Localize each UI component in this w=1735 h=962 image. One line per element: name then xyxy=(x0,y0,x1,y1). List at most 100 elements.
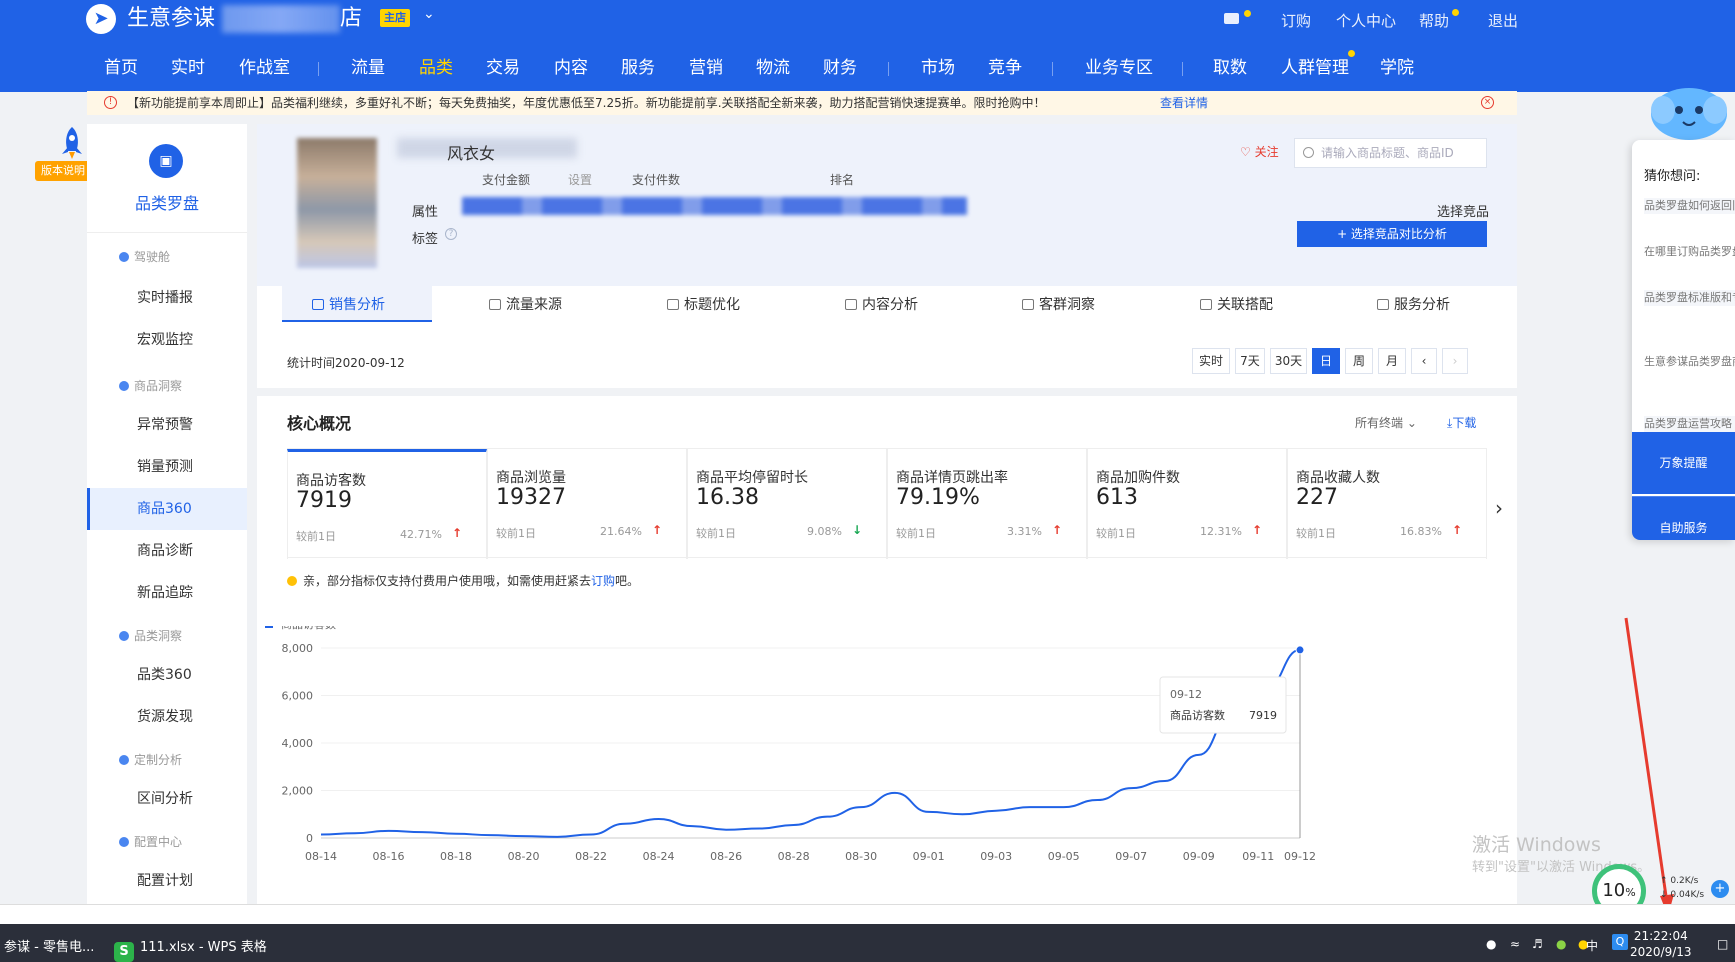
metric-card-add-to-cart[interactable]: 商品加购件数 613 较前1日 12.31% ↑ xyxy=(1087,449,1287,559)
reminder-button[interactable]: 万象提醒 xyxy=(1632,432,1735,494)
sidebar-group-product-insight[interactable]: 商品洞察 xyxy=(119,377,182,394)
product-image-blurred[interactable] xyxy=(297,138,377,268)
sidebar-item-source-discovery[interactable]: 货源发现 xyxy=(87,696,247,738)
period-week-button[interactable]: 周 xyxy=(1345,348,1373,374)
sidebar-title[interactable]: 品类罗盘 xyxy=(87,190,247,214)
nav-academy[interactable]: 学院 xyxy=(1380,52,1414,84)
nav-marketing[interactable]: 营销 xyxy=(689,52,723,84)
taskbar-app-browser[interactable]: 参谋 - 零售电... xyxy=(4,936,94,955)
compass-logo-icon[interactable]: ➤ xyxy=(86,4,116,34)
faq-question[interactable]: 在哪里订购品类罗盘? xyxy=(1644,244,1735,260)
rocket-icon[interactable] xyxy=(57,125,87,161)
product-search-input[interactable]: 请输入商品标题、商品ID xyxy=(1294,138,1487,168)
sidebar-item-config-plan[interactable]: 配置计划 xyxy=(87,860,247,902)
metric-card-visitors[interactable]: 商品访客数 7919 较前1日 42.71% ↑ xyxy=(287,449,487,559)
volume-icon[interactable]: ♬ xyxy=(1532,937,1543,951)
nav-category[interactable]: 品类 xyxy=(419,52,453,84)
tab-content-analysis[interactable]: 内容分析 xyxy=(845,286,918,324)
mail-icon[interactable] xyxy=(1224,13,1239,24)
logout-link[interactable]: 退出 xyxy=(1488,10,1518,31)
nav-traffic[interactable]: 流量 xyxy=(351,52,385,84)
sidebar-item-realtime-report[interactable]: 实时播报 xyxy=(87,277,247,319)
notification-icon[interactable]: □ xyxy=(1717,937,1728,951)
input-method-icon[interactable]: Q xyxy=(1612,934,1628,950)
faq-question[interactable]: 生意参谋品类罗盘商品360竞争分析去哪里了? xyxy=(1644,354,1735,370)
tab-title-optimize[interactable]: 标题优化 xyxy=(667,286,740,324)
sidebar-item-anomaly-alert[interactable]: 异常预警 xyxy=(87,404,247,446)
sidebar-group-category-insight[interactable]: 品类洞察 xyxy=(119,627,182,644)
qq-penguin-icon[interactable]: ● xyxy=(1486,937,1496,951)
version-notes-badge[interactable]: 版本说明 xyxy=(35,161,91,181)
period-30d-button[interactable]: 30天 xyxy=(1270,348,1307,374)
terminal-select[interactable]: 所有终端 ⌄ xyxy=(1355,414,1417,431)
nav-service[interactable]: 服务 xyxy=(621,52,655,84)
nav-home[interactable]: 首页 xyxy=(104,52,138,84)
sidebar-item-category-360[interactable]: 品类360 xyxy=(87,654,247,696)
tab-traffic-source[interactable]: 流量来源 xyxy=(489,286,562,324)
sidebar-item-product-diagnosis[interactable]: 商品诊断 xyxy=(87,530,247,572)
metric-card-favorites[interactable]: 商品收藏人数 227 较前1日 16.83% ↑ xyxy=(1287,449,1487,559)
metric-card-bounce-rate[interactable]: 商品详情页跳出率 79.19% 较前1日 3.31% ↑ xyxy=(887,449,1087,559)
faq-question[interactable]: 品类罗盘运营攻略 xyxy=(1644,416,1735,432)
taskbar-app-wps[interactable]: S 111.xlsx - WPS 表格 xyxy=(114,936,267,962)
wifi-icon[interactable]: ≈ xyxy=(1510,937,1520,951)
sidebar-group-cockpit[interactable]: 驾驶舱 xyxy=(119,248,170,265)
next-date-chevron-icon[interactable]: › xyxy=(1442,348,1468,374)
help-link[interactable]: 帮助 xyxy=(1419,10,1449,31)
system-clock[interactable]: 21:22:04 2020/9/13 xyxy=(1630,928,1692,960)
tab-audience-insight[interactable]: 客群洞察 xyxy=(1022,286,1095,324)
period-month-button[interactable]: 月 xyxy=(1378,348,1406,374)
sidebar-item-sales-forecast[interactable]: 销量预测 xyxy=(87,446,247,488)
brand-name[interactable]: 生意参谋 xyxy=(127,4,215,34)
ime-label[interactable]: 中 xyxy=(1586,937,1598,954)
sidebar-item-product-360[interactable]: 商品360 xyxy=(87,488,247,530)
nav-logistics[interactable]: 物流 xyxy=(756,52,790,84)
nav-trade[interactable]: 交易 xyxy=(486,52,520,84)
nav-data-fetch[interactable]: 取数 xyxy=(1213,52,1247,84)
tab-service-analysis[interactable]: 服务分析 xyxy=(1377,286,1450,324)
sidebar-group-custom-analysis[interactable]: 定制分析 xyxy=(119,751,182,768)
nav-competition[interactable]: 竞争 xyxy=(988,52,1022,84)
metric-card-pageviews[interactable]: 商品浏览量 19327 较前1日 21.64% ↑ xyxy=(487,449,687,559)
sidebar-item-macro-monitor[interactable]: 宏观监控 xyxy=(87,319,247,361)
download-button[interactable]: ⤓下载 xyxy=(1447,414,1476,431)
subscribe-link[interactable]: 订购 xyxy=(591,574,615,588)
shop-switch-chevron-icon[interactable]: ⌄ xyxy=(423,6,435,22)
sidebar-item-range-analysis[interactable]: 区间分析 xyxy=(87,778,247,820)
personal-center-link[interactable]: 个人中心 xyxy=(1336,10,1396,31)
nav-audience[interactable]: 人群管理 xyxy=(1281,52,1349,84)
period-7d-button[interactable]: 7天 xyxy=(1235,348,1265,374)
close-icon[interactable]: × xyxy=(1481,96,1494,109)
assistant-mascot-icon[interactable] xyxy=(1643,80,1735,142)
setting-link[interactable]: 设置 xyxy=(568,171,592,188)
compare-competitor-button[interactable]: + 选择竞品对比分析 xyxy=(1297,221,1487,247)
nav-war-room[interactable]: 作战室 xyxy=(239,52,290,84)
security-icon[interactable]: ● xyxy=(1556,937,1566,951)
plus-icon[interactable]: + xyxy=(1711,880,1729,898)
sidebar-item-new-product-tracking[interactable]: 新品追踪 xyxy=(87,572,247,614)
tab-sales-analysis[interactable]: 销售分析 xyxy=(312,286,385,324)
faq-question[interactable]: 品类罗盘标准版和专业版有什么区别? xyxy=(1644,290,1735,306)
notice-details-link[interactable]: 查看详情 xyxy=(1160,91,1208,115)
prev-date-chevron-icon[interactable]: ‹ xyxy=(1411,348,1437,374)
nav-business-zone[interactable]: 业务专区 xyxy=(1085,52,1153,84)
download-label: 下载 xyxy=(1452,416,1477,430)
follow-button[interactable]: ♡ 关注 xyxy=(1240,143,1279,160)
sidebar-group-config-center[interactable]: 配置中心 xyxy=(119,833,182,850)
self-service-button[interactable]: 自助服务 xyxy=(1632,496,1735,540)
help-icon[interactable]: ? xyxy=(445,228,457,240)
order-link[interactable]: 订购 xyxy=(1281,10,1311,31)
metric-card-avg-stay[interactable]: 商品平均停留时长 16.38 较前1日 9.08% ↓ xyxy=(687,449,887,559)
chevron-right-icon[interactable]: › xyxy=(1495,496,1503,520)
nav-market[interactable]: 市场 xyxy=(921,52,955,84)
nav-finance[interactable]: 财务 xyxy=(823,52,857,84)
tab-related-match[interactable]: 关联搭配 xyxy=(1200,286,1273,324)
arrow-up-icon: ↑ xyxy=(1660,876,1668,886)
terminal-label: 所有终端 xyxy=(1355,416,1404,430)
period-day-button[interactable]: 日 xyxy=(1312,348,1340,374)
period-realtime-button[interactable]: 实时 xyxy=(1192,348,1230,374)
faq-question[interactable]: 品类罗盘如何返回旧版 xyxy=(1644,198,1735,214)
visitors-line-chart[interactable]: 商品访客数 8,000 6,000 4,000 2,000 0 08-14 08-16 08-1… xyxy=(257,626,1517,904)
nav-content[interactable]: 内容 xyxy=(554,52,588,84)
nav-realtime[interactable]: 实时 xyxy=(171,52,205,84)
